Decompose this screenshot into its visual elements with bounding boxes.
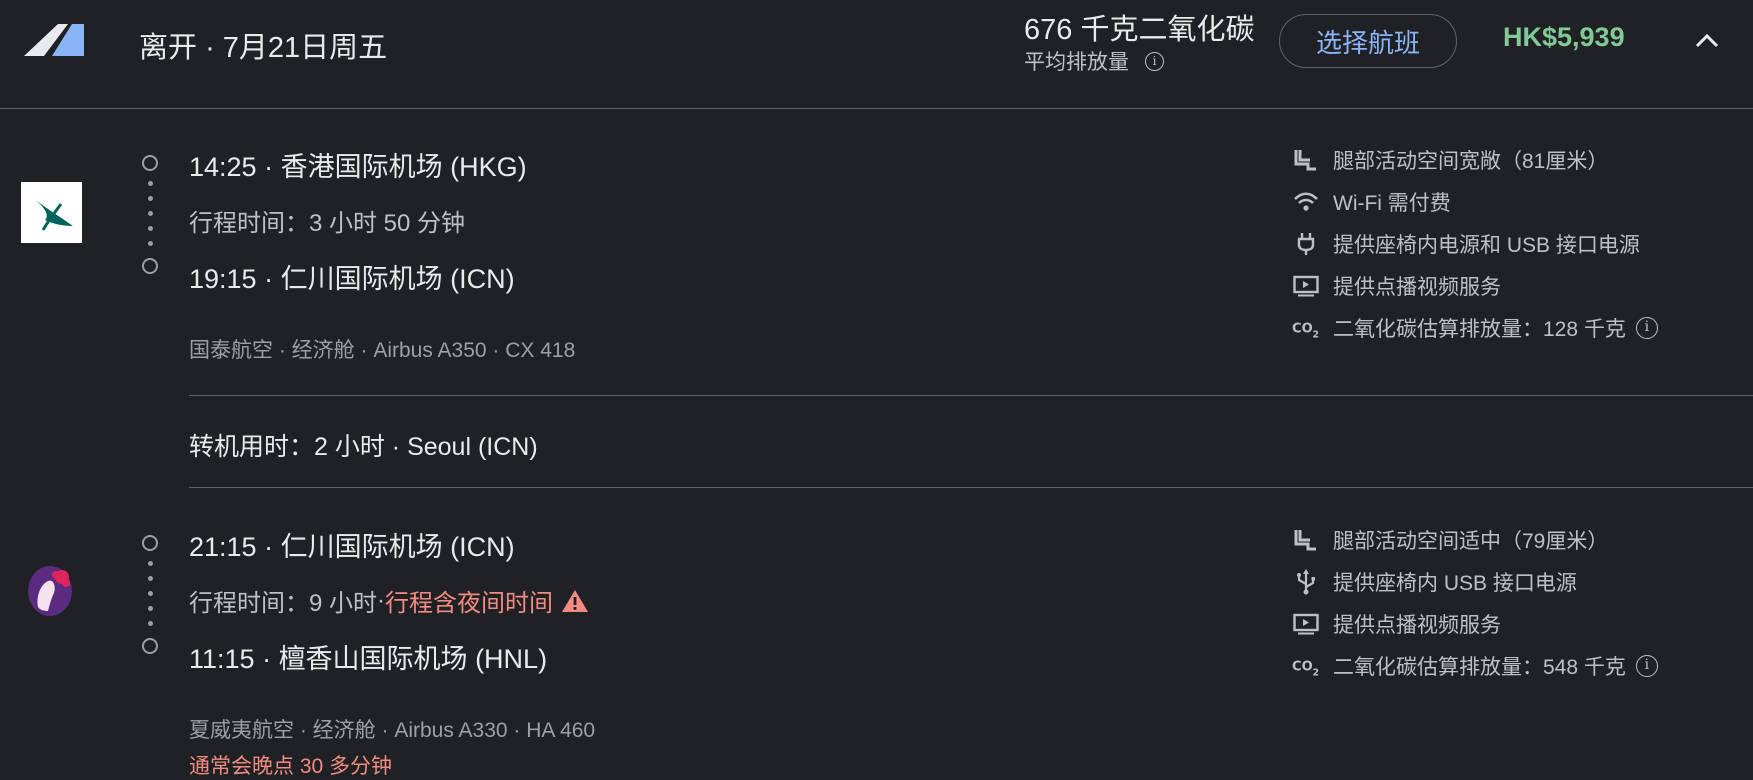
timeline-dot (148, 226, 153, 231)
segment1-arrival: 19:15 · 仁川国际机场 (ICN) (189, 264, 515, 294)
segment1-duration: 行程时间：3 小时 50 分钟 (189, 210, 466, 237)
timeline-dot (148, 591, 153, 596)
segment1-details: 国泰航空 · 经济舱 · Airbus A350 · CX 418 (189, 339, 576, 362)
timeline-dot (148, 561, 153, 566)
segment1-departure: 14:25 · 香港国际机场 (HKG) (189, 152, 527, 182)
co2-total: 676 千克二氧化碳 (1024, 14, 1255, 46)
divider (189, 395, 1753, 396)
co2-icon: CO 2 (1292, 316, 1320, 340)
hawaiian-airlines-logo (26, 563, 76, 619)
segment2-arrival: 11:15 · 檀香山国际机场 (HNL) (189, 644, 548, 674)
co2-icon: CO 2 (1292, 654, 1320, 678)
amenity-co2: CO 2 二氧化碳估算排放量：548 千克 i (1292, 651, 1658, 681)
layover-info: 转机用时：2 小时 · Seoul (ICN) (189, 433, 538, 461)
segment2-departure: 21:15 · 仁川国际机场 (ICN) (189, 532, 515, 562)
timeline-dot (148, 606, 153, 611)
divider (189, 487, 1753, 488)
chevron-up-icon[interactable] (1690, 26, 1724, 56)
co2-average-label: 平均排放量 i (1024, 46, 1164, 76)
amenity-legroom: 腿部活动空间适中（79厘米） (1292, 525, 1608, 555)
timeline-dot (148, 576, 153, 581)
amenity-co2: CO 2 二氧化碳估算排放量：128 千克 i (1292, 313, 1658, 343)
timeline-dot (148, 621, 153, 626)
power-plug-icon (1292, 232, 1320, 256)
flight-price: HK$5,939 (1503, 22, 1625, 52)
flights-logo-icon (24, 24, 84, 56)
info-icon[interactable]: i (1635, 317, 1658, 339)
video-icon (1292, 612, 1320, 636)
amenity-legroom: 腿部活动空间宽敞（81厘米） (1292, 145, 1608, 175)
segment2-details: 夏威夷航空 · 经济舱 · Airbus A330 · HA 460 (189, 719, 596, 742)
amenity-power: 提供座椅内电源和 USB 接口电源 (1292, 229, 1640, 259)
cathay-pacific-logo (21, 182, 82, 243)
amenity-video: 提供点播视频服务 (1292, 609, 1501, 639)
timeline-dot (148, 211, 153, 216)
wifi-icon (1292, 190, 1320, 214)
info-icon[interactable]: i (1145, 51, 1164, 71)
hawaiian-pualani-icon (28, 566, 72, 616)
timeline-dot (148, 196, 153, 201)
info-icon[interactable]: i (1635, 655, 1658, 677)
svg-text:CO: CO (1292, 660, 1313, 675)
overnight-warning: 行程含夜间时间 (385, 590, 554, 617)
segment2-duration: 行程时间： 9 小时 · 行程含夜间时间 (189, 583, 589, 618)
departure-date-title: 离开 · 7月21日周五 (139, 32, 388, 64)
flight-header[interactable]: 离开 · 7月21日周五 676 千克二氧化碳 平均排放量 i 选择航班 HK$… (0, 0, 1753, 109)
amenity-wifi: Wi-Fi 需付费 (1292, 187, 1451, 217)
select-flight-button[interactable]: 选择航班 (1279, 14, 1457, 68)
usb-icon (1292, 569, 1320, 595)
warning-icon (562, 589, 589, 612)
timeline-dot (148, 241, 153, 246)
svg-text:2: 2 (1313, 329, 1320, 339)
departure-dot (142, 535, 158, 551)
amenity-usb: 提供座椅内 USB 接口电源 (1292, 567, 1577, 597)
amenity-video: 提供点播视频服务 (1292, 271, 1501, 301)
legroom-icon (1292, 148, 1320, 172)
cathay-brushwing-icon (31, 196, 73, 231)
arrival-dot (142, 258, 158, 274)
delay-note: 通常会晚点 30 多分钟 (189, 755, 393, 778)
video-icon (1292, 274, 1320, 298)
arrival-dot (142, 638, 158, 654)
svg-text:CO: CO (1292, 322, 1313, 337)
legroom-icon (1292, 528, 1320, 552)
timeline-dot (148, 181, 153, 186)
departure-dot (142, 155, 158, 171)
svg-text:2: 2 (1313, 667, 1320, 677)
